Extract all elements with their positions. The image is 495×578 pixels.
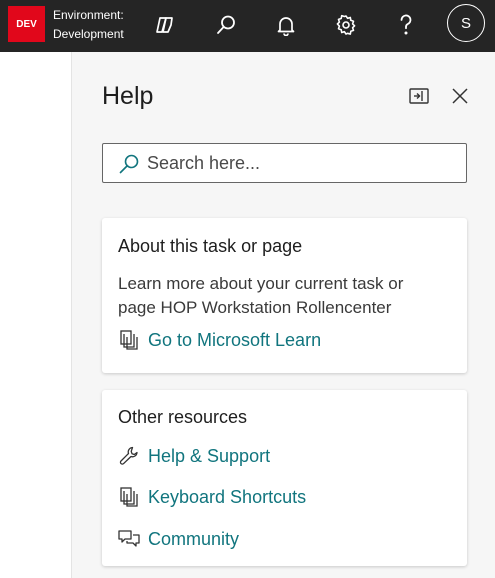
environment-badge[interactable]: DEV (8, 6, 45, 42)
document-copy-icon (118, 486, 140, 508)
go-to-microsoft-learn-link[interactable]: Go to Microsoft Learn (118, 327, 321, 353)
link-label: Keyboard Shortcuts (148, 486, 307, 507)
help-icon[interactable] (386, 6, 426, 44)
dock-icon (409, 88, 429, 104)
avatar-initial: S (460, 14, 471, 32)
link-label: Go to Microsoft Learn (148, 329, 322, 350)
close-icon (452, 88, 468, 104)
resources-card-title: Other resources (118, 407, 248, 427)
other-resources-card: Other resources Help & Support Keyboard … (102, 390, 467, 566)
search-icon (119, 154, 139, 174)
document-copy-icon (118, 329, 140, 351)
environment-label: Environment: (53, 8, 124, 22)
wrench-icon (118, 445, 140, 467)
about-card-title: About this task or page (118, 236, 303, 256)
help-title: Help (102, 82, 154, 110)
search-icon[interactable] (206, 6, 246, 44)
copilot-icon[interactable] (146, 6, 186, 44)
user-avatar[interactable]: S (447, 4, 485, 42)
page-content-area (0, 52, 72, 578)
dock-pane-button[interactable] (405, 82, 433, 110)
chat-bubbles-icon (118, 528, 140, 550)
top-bar: DEV Environment: Development S (0, 0, 495, 52)
help-search-box[interactable] (102, 143, 467, 183)
environment-name: Development (53, 27, 124, 41)
environment-info[interactable]: Environment: Development (53, 6, 141, 44)
keyboard-shortcuts-link[interactable]: Keyboard Shortcuts (118, 484, 306, 510)
help-and-support-link[interactable]: Help & Support (118, 443, 270, 469)
community-link[interactable]: Community (118, 526, 239, 552)
help-pane: Help About this task or page Learn more … (72, 52, 495, 578)
bell-icon[interactable] (266, 6, 306, 44)
help-search-input[interactable] (147, 144, 457, 182)
close-pane-button[interactable] (446, 82, 474, 110)
link-label: Community (148, 528, 240, 549)
link-label: Help & Support (148, 445, 271, 466)
gear-icon[interactable] (326, 6, 366, 44)
about-task-card: About this task or page Learn more about… (102, 218, 467, 373)
about-card-description: Learn more about your current task or pa… (118, 274, 404, 317)
